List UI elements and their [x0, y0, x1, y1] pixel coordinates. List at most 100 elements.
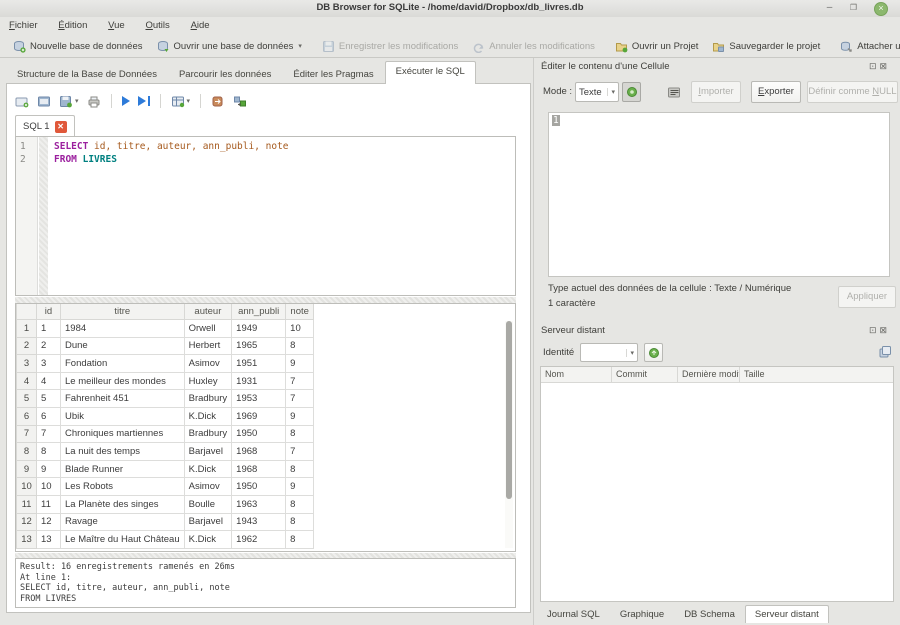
- data-cell[interactable]: Fondation: [61, 355, 185, 373]
- row-number-cell[interactable]: 11: [17, 495, 37, 513]
- menu-edition[interactable]: Édition: [49, 17, 96, 31]
- data-cell[interactable]: La Planète des singes: [61, 495, 185, 513]
- close-button[interactable]: ×: [874, 2, 888, 16]
- data-cell[interactable]: 10: [286, 320, 314, 338]
- results-column-header[interactable]: id: [37, 304, 61, 320]
- data-cell[interactable]: 1968: [232, 443, 286, 461]
- data-cell[interactable]: 12: [37, 513, 61, 531]
- data-cell[interactable]: 9: [286, 407, 314, 425]
- data-cell[interactable]: Ubik: [61, 407, 185, 425]
- row-number-cell[interactable]: 3: [17, 355, 37, 373]
- row-number-cell[interactable]: 8: [17, 443, 37, 461]
- data-cell[interactable]: 1949: [232, 320, 286, 338]
- apply-button[interactable]: Appliquer: [838, 286, 896, 308]
- row-number-cell[interactable]: 12: [17, 513, 37, 531]
- data-cell[interactable]: 8: [37, 443, 61, 461]
- data-cell[interactable]: Le meilleur des mondes: [61, 372, 185, 390]
- data-cell[interactable]: 8: [286, 460, 314, 478]
- dock-tab-serveur-distant[interactable]: Serveur distant: [745, 605, 829, 623]
- row-number-cell[interactable]: 13: [17, 531, 37, 549]
- data-cell[interactable]: Ravage: [61, 513, 185, 531]
- row-number-cell[interactable]: 4: [17, 372, 37, 390]
- data-cell[interactable]: 1968: [232, 460, 286, 478]
- row-number-cell[interactable]: 1: [17, 320, 37, 338]
- cell-content-editor[interactable]: 1: [548, 112, 890, 277]
- data-cell[interactable]: 1931: [232, 372, 286, 390]
- results-column-header[interactable]: [17, 304, 37, 320]
- data-cell[interactable]: 1943: [232, 513, 286, 531]
- remote-list-header[interactable]: Nom Commit Dernière modific Taille: [541, 367, 893, 383]
- import-button[interactable]: Importer: [691, 81, 741, 103]
- row-number-cell[interactable]: 7: [17, 425, 37, 443]
- column-commit[interactable]: Commit: [612, 367, 678, 382]
- tab-structure[interactable]: Structure de la Base de Données: [6, 64, 168, 84]
- data-cell[interactable]: 9: [286, 355, 314, 373]
- data-cell[interactable]: Blade Runner: [61, 460, 185, 478]
- save-project-button[interactable]: Sauvegarder le projet: [705, 38, 827, 55]
- open-sql-file-icon[interactable]: [37, 95, 51, 108]
- data-cell[interactable]: Le Maître du Haut Château: [61, 531, 185, 549]
- data-cell[interactable]: Herbert: [184, 337, 232, 355]
- results-vertical-scrollbar[interactable]: [505, 321, 513, 548]
- data-cell[interactable]: 3: [37, 355, 61, 373]
- execute-current-line-icon[interactable]: [138, 96, 150, 106]
- tab-edit-pragmas[interactable]: Éditer les Pragmas: [282, 64, 384, 84]
- clone-database-icon[interactable]: [876, 343, 894, 361]
- data-cell[interactable]: 1953: [232, 390, 286, 408]
- data-cell[interactable]: 1951: [232, 355, 286, 373]
- data-cell[interactable]: 7: [37, 425, 61, 443]
- data-cell[interactable]: 1969: [232, 407, 286, 425]
- data-cell[interactable]: 1950: [232, 478, 286, 496]
- scrollbar-thumb[interactable]: [506, 321, 512, 499]
- tab-browse-data[interactable]: Parcourir les données: [168, 64, 282, 84]
- open-database-button[interactable]: Ouvrir une base de données ▾: [150, 38, 309, 55]
- results-column-header[interactable]: ann_publi: [232, 304, 286, 320]
- column-taille[interactable]: Taille: [740, 367, 893, 382]
- data-cell[interactable]: 8: [286, 425, 314, 443]
- data-cell[interactable]: Boulle: [184, 495, 232, 513]
- data-cell[interactable]: Bradbury: [184, 390, 232, 408]
- data-cell[interactable]: Asimov: [184, 478, 232, 496]
- data-cell[interactable]: 13: [37, 531, 61, 549]
- open-project-button[interactable]: Ouvrir un Projet: [608, 38, 706, 55]
- data-cell[interactable]: Les Robots: [61, 478, 185, 496]
- data-cell[interactable]: 1950: [232, 425, 286, 443]
- data-cell[interactable]: Barjavel: [184, 513, 232, 531]
- column-nom[interactable]: Nom: [541, 367, 612, 382]
- revert-changes-button[interactable]: Annuler les modifications: [465, 38, 602, 55]
- format-sql-icon[interactable]: [233, 95, 247, 108]
- menu-outils[interactable]: Outils: [136, 17, 178, 31]
- results-column-header[interactable]: note: [286, 304, 314, 320]
- row-number-cell[interactable]: 10: [17, 478, 37, 496]
- dock-tab-db-schema[interactable]: DB Schema: [674, 605, 745, 623]
- reload-remote-button[interactable]: [644, 343, 663, 362]
- row-number-cell[interactable]: 2: [17, 337, 37, 355]
- print-cell-icon[interactable]: [666, 84, 682, 100]
- data-cell[interactable]: K.Dick: [184, 460, 232, 478]
- data-cell[interactable]: 11: [37, 495, 61, 513]
- data-cell[interactable]: Bradbury: [184, 425, 232, 443]
- new-sql-tab-icon[interactable]: [15, 95, 29, 108]
- execute-sql-icon[interactable]: [122, 96, 130, 106]
- minimize-button[interactable]: –: [823, 2, 836, 15]
- save-results-icon[interactable]: ▾: [171, 95, 191, 108]
- data-cell[interactable]: 9: [37, 460, 61, 478]
- data-cell[interactable]: 7: [286, 443, 314, 461]
- data-cell[interactable]: 1965: [232, 337, 286, 355]
- menu-fichier[interactable]: Fichier: [0, 17, 47, 31]
- results-column-header[interactable]: auteur: [184, 304, 232, 320]
- data-cell[interactable]: Fahrenheit 451: [61, 390, 185, 408]
- data-cell[interactable]: 8: [286, 531, 314, 549]
- remote-dock-buttons[interactable]: ⊡⊠: [869, 325, 890, 336]
- menu-vue[interactable]: Vue: [99, 17, 134, 31]
- data-cell[interactable]: 7: [286, 390, 314, 408]
- data-cell[interactable]: Orwell: [184, 320, 232, 338]
- data-cell[interactable]: Chroniques martiennes: [61, 425, 185, 443]
- data-cell[interactable]: 8: [286, 337, 314, 355]
- save-changes-button[interactable]: Enregistrer les modifications: [315, 38, 465, 55]
- data-cell[interactable]: 10: [37, 478, 61, 496]
- data-cell[interactable]: 2: [37, 337, 61, 355]
- dock-splitter[interactable]: [533, 58, 534, 625]
- data-cell[interactable]: 8: [286, 513, 314, 531]
- mode-select[interactable]: Texte ▾: [575, 82, 619, 102]
